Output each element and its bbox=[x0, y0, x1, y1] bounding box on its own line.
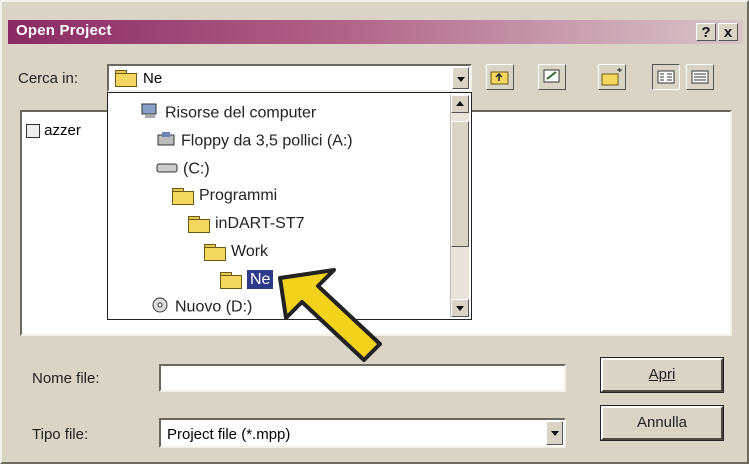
dropdown-item-indart[interactable]: inDART-ST7 bbox=[188, 215, 305, 233]
dropdown-item-ne[interactable]: Ne bbox=[220, 270, 274, 289]
open-button[interactable]: Apri bbox=[600, 357, 724, 393]
scroll-down-button[interactable] bbox=[451, 299, 469, 317]
filetype-select[interactable]: Project file (*.mpp) bbox=[159, 418, 566, 448]
dropdown-item-computer[interactable]: Risorse del computer bbox=[140, 103, 316, 124]
title-bar: Open Project ? x bbox=[8, 20, 743, 44]
file-icon bbox=[26, 124, 40, 139]
folder-icon bbox=[204, 243, 226, 261]
open-folder-icon bbox=[220, 271, 242, 289]
list-item[interactable]: azzer bbox=[26, 122, 81, 139]
desktop-icon[interactable] bbox=[538, 64, 566, 90]
pointer-arrow-icon bbox=[278, 268, 382, 362]
folder-icon bbox=[172, 187, 194, 205]
folder-icon bbox=[188, 215, 210, 233]
filename-input[interactable] bbox=[159, 364, 566, 392]
drive-icon bbox=[156, 159, 178, 180]
open-project-dialog: Open Project ? x Cerca in: Ne azzer Riso… bbox=[0, 0, 749, 464]
cancel-button[interactable]: Annulla bbox=[600, 405, 724, 441]
dropdown-item-work[interactable]: Work bbox=[204, 243, 268, 261]
dropdown-item-floppy[interactable]: Floppy da 3,5 pollici (A:) bbox=[156, 131, 353, 152]
look-in-combo[interactable]: Ne bbox=[107, 64, 472, 92]
look-in-value: Ne bbox=[143, 70, 163, 87]
up-folder-icon[interactable] bbox=[486, 64, 514, 90]
details-view-icon[interactable] bbox=[686, 64, 714, 90]
help-button[interactable]: ? bbox=[696, 23, 716, 41]
dropdown-item-drive-d[interactable]: Nuovo (D:) bbox=[150, 297, 252, 318]
list-view-icon[interactable] bbox=[652, 64, 680, 90]
filetype-dropdown-button[interactable] bbox=[546, 421, 563, 445]
open-folder-icon bbox=[115, 70, 137, 87]
dropdown-item-drive-c[interactable]: (C:) bbox=[156, 159, 210, 180]
look-in-label: Cerca in: bbox=[18, 70, 79, 87]
new-folder-icon[interactable] bbox=[598, 64, 626, 90]
computer-icon bbox=[140, 103, 160, 124]
dialog-title: Open Project bbox=[16, 22, 112, 39]
scroll-up-button[interactable] bbox=[451, 95, 469, 113]
dropdown-item-programmi[interactable]: Programmi bbox=[172, 187, 277, 205]
look-in-dropdown-button[interactable] bbox=[452, 67, 469, 89]
filetype-value: Project file (*.mpp) bbox=[167, 426, 291, 443]
floppy-icon bbox=[156, 131, 176, 152]
dropdown-scrollbar[interactable] bbox=[450, 95, 469, 317]
scroll-thumb[interactable] bbox=[451, 121, 469, 247]
file-name: azzer bbox=[44, 122, 81, 139]
filename-label: Nome file: bbox=[32, 370, 100, 387]
close-button[interactable]: x bbox=[718, 23, 738, 41]
filetype-label: Tipo file: bbox=[32, 426, 89, 443]
cd-drive-icon bbox=[150, 297, 170, 318]
